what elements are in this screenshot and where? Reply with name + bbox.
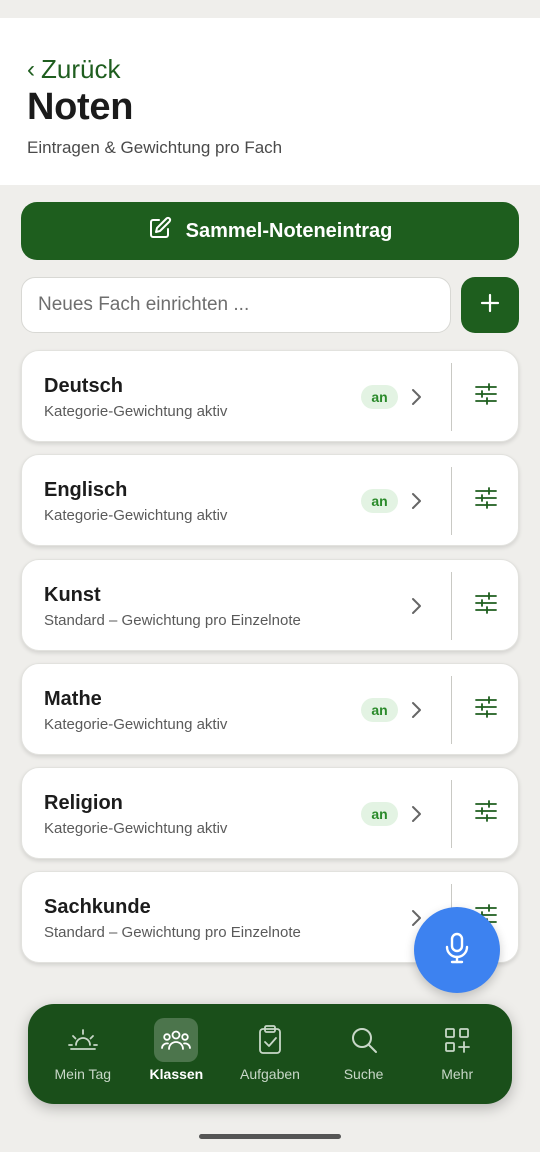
- chevron-right-icon: [410, 805, 422, 828]
- bulk-grade-entry-label: Sammel-Noteneintrag: [185, 219, 393, 242]
- subject-description: Kategorie-Gewichtung aktiv: [44, 716, 228, 733]
- subject-settings-button[interactable]: [452, 768, 520, 858]
- subject-card-kunst: Kunst Standard – Gewichtung pro Einzelno…: [21, 559, 519, 651]
- sunrise-icon: [61, 1018, 105, 1062]
- subject-name: Religion: [44, 792, 123, 814]
- subject-name: Mathe: [44, 688, 102, 710]
- subject-name: Deutsch: [44, 375, 123, 397]
- subject-description: Kategorie-Gewichtung aktiv: [44, 507, 228, 524]
- subject-settings-button[interactable]: [452, 455, 520, 545]
- new-subject-input[interactable]: [21, 277, 451, 333]
- nav-item-suche[interactable]: Suche: [321, 1014, 407, 1094]
- nav-item-mehr[interactable]: Mehr: [414, 1014, 500, 1094]
- status-bar-area: [0, 0, 540, 18]
- home-indicator: [199, 1134, 341, 1139]
- status-badge: an: [361, 698, 398, 722]
- chevron-right-icon: [410, 701, 422, 724]
- sliders-icon: [474, 382, 498, 410]
- page-subtitle: Eintragen & Gewichtung pro Fach: [27, 138, 283, 157]
- subject-description: Standard – Gewichtung pro Einzelnote: [44, 612, 301, 629]
- add-subject-button[interactable]: [461, 277, 519, 333]
- grid-plus-icon: [435, 1018, 479, 1062]
- page-header: ‹ Zurück Noten Eintragen & Gewichtung pr…: [0, 18, 540, 185]
- subject-description: Standard – Gewichtung pro Einzelnote: [44, 924, 301, 941]
- bulk-grade-entry-button[interactable]: Sammel-Noteneintrag: [21, 202, 519, 260]
- status-badge: an: [361, 385, 398, 409]
- subject-card-mathe: Mathe Kategorie-Gewichtung aktiv an: [21, 663, 519, 755]
- subject-open-area[interactable]: Englisch Kategorie-Gewichtung aktiv an: [22, 455, 451, 545]
- subject-open-area[interactable]: Kunst Standard – Gewichtung pro Einzelno…: [22, 560, 451, 650]
- nav-label: Aufgaben: [240, 1066, 300, 1082]
- group-icon: [154, 1018, 199, 1062]
- chevron-right-icon: [410, 492, 422, 515]
- page-title: Noten: [27, 86, 134, 128]
- nav-label: Klassen: [149, 1066, 204, 1082]
- subject-name: Englisch: [44, 479, 128, 501]
- subject-card-religion: Religion Kategorie-Gewichtung aktiv an: [21, 767, 519, 859]
- subject-open-area[interactable]: Mathe Kategorie-Gewichtung aktiv an: [22, 664, 451, 754]
- subject-settings-button[interactable]: [452, 664, 520, 754]
- plus-icon: [479, 292, 501, 319]
- subject-description: Kategorie-Gewichtung aktiv: [44, 403, 228, 420]
- sliders-icon: [474, 695, 498, 723]
- subject-open-area[interactable]: Religion Kategorie-Gewichtung aktiv an: [22, 768, 451, 858]
- subject-open-area[interactable]: Deutsch Kategorie-Gewichtung aktiv an: [22, 351, 451, 441]
- status-badge: an: [361, 489, 398, 513]
- subject-card-deutsch: Deutsch Kategorie-Gewichtung aktiv an: [21, 350, 519, 442]
- subject-card-englisch: Englisch Kategorie-Gewichtung aktiv an: [21, 454, 519, 546]
- nav-item-klassen[interactable]: Klassen: [133, 1014, 219, 1094]
- status-badge: an: [361, 802, 398, 826]
- subject-settings-button[interactable]: [452, 351, 520, 441]
- chevron-left-icon: ‹: [27, 55, 35, 83]
- nav-label: Suche: [343, 1066, 384, 1082]
- sliders-icon: [474, 799, 498, 827]
- edit-icon: [148, 216, 172, 246]
- clipboard-check-icon: [248, 1018, 292, 1062]
- search-icon: [342, 1018, 386, 1062]
- nav-item-aufgaben[interactable]: Aufgaben: [227, 1014, 313, 1094]
- voice-input-button[interactable]: [414, 907, 500, 993]
- sliders-icon: [474, 486, 498, 514]
- back-link[interactable]: ‹ Zurück: [27, 54, 120, 85]
- chevron-right-icon: [410, 388, 422, 411]
- sliders-icon: [474, 591, 498, 619]
- microphone-icon: [444, 932, 470, 969]
- bottom-navigation: Mein Tag Klassen Aufgaben Suche Mehr: [28, 1004, 512, 1104]
- nav-item-mein-tag[interactable]: Mein Tag: [40, 1014, 126, 1094]
- subject-open-area[interactable]: Sachkunde Standard – Gewichtung pro Einz…: [22, 872, 451, 962]
- subject-settings-button[interactable]: [452, 560, 520, 650]
- nav-label: Mehr: [441, 1066, 474, 1082]
- chevron-right-icon: [410, 597, 422, 620]
- subject-description: Kategorie-Gewichtung aktiv: [44, 820, 228, 837]
- nav-label: Mein Tag: [54, 1066, 112, 1082]
- back-label: Zurück: [41, 54, 121, 84]
- subject-name: Kunst: [44, 584, 101, 606]
- subject-name: Sachkunde: [44, 896, 151, 918]
